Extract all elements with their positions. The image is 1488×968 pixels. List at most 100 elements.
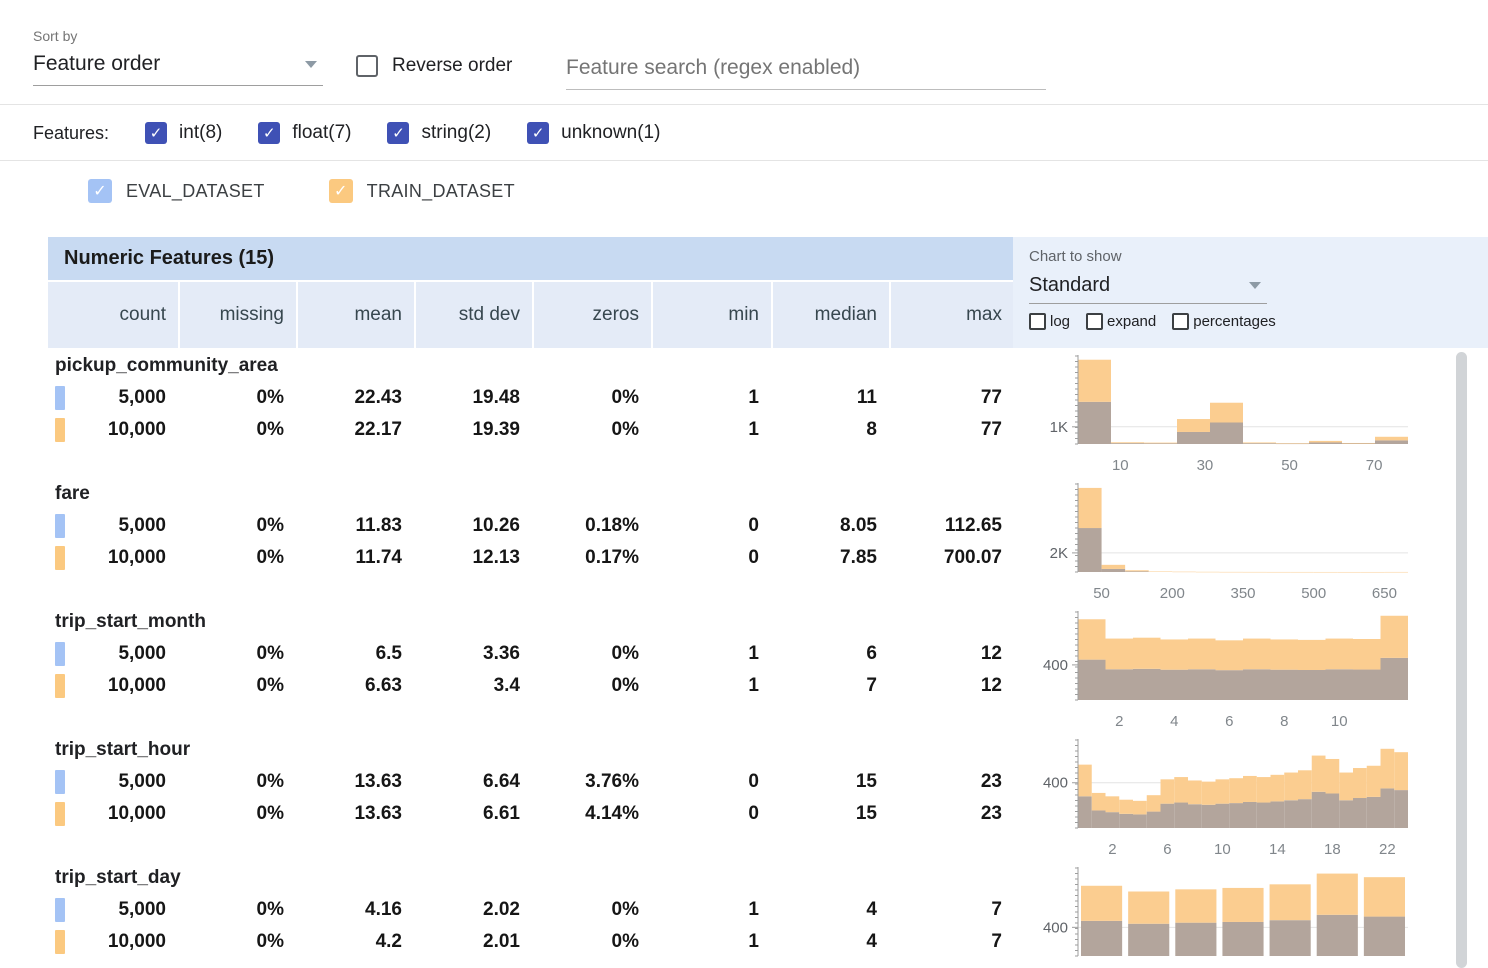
chart-type-dropdown[interactable]: Standard: [1029, 268, 1267, 304]
checkbox-checked-icon[interactable]: ✓: [88, 179, 112, 203]
svg-text:650: 650: [1372, 585, 1397, 602]
svg-text:6: 6: [1225, 713, 1233, 730]
feature-search-group: [566, 52, 1046, 90]
feature-block-trip_start_day: trip_start_day5,0000%4.162.020%14710,000…: [48, 864, 1013, 968]
stat-value: 7: [771, 675, 889, 697]
svg-text:70: 70: [1366, 457, 1383, 474]
column-header-min: min: [651, 282, 771, 348]
checkbox-unchecked-icon[interactable]: [1086, 313, 1103, 330]
charts-column: 1K103050702K5020035050065040024681040026…: [1030, 352, 1450, 968]
stat-value: 0.17%: [532, 547, 651, 569]
dataset-legend-bar: ✓EVAL_DATASET✓TRAIN_DATASET: [88, 161, 515, 221]
svg-text:350: 350: [1230, 585, 1255, 602]
stat-value: 0%: [178, 931, 296, 953]
feature-filter-label: int(8): [179, 122, 222, 144]
checkbox-checked-icon[interactable]: ✓: [258, 122, 280, 144]
checkbox-checked-icon[interactable]: ✓: [527, 122, 549, 144]
stat-value: 5,000: [48, 387, 178, 409]
stat-value: 7: [889, 899, 1014, 921]
train-dataset-swatch: [55, 802, 65, 826]
stat-value: 11.83: [296, 515, 414, 537]
stat-value: 6.63: [296, 675, 414, 697]
train-stats-row: 10,0000%11.7412.130.17%07.85700.07: [48, 542, 1013, 574]
feature-search-input[interactable]: [566, 52, 1046, 89]
stat-value: 0%: [532, 387, 651, 409]
chart-to-show-panel: Chart to show Standard log expand percenta…: [1013, 237, 1488, 348]
stat-value: 3.36: [414, 643, 532, 665]
features-filter-label: Features:: [33, 123, 109, 144]
stat-value: 10,000: [48, 803, 178, 825]
chevron-down-icon: [1249, 282, 1261, 289]
svg-text:2K: 2K: [1050, 545, 1068, 562]
column-header-count: count: [48, 282, 178, 348]
sort-by-dropdown[interactable]: Feature order: [33, 48, 323, 86]
stat-value: 77: [889, 387, 1014, 409]
svg-text:400: 400: [1043, 775, 1068, 792]
eval-dataset-swatch: [55, 514, 65, 538]
stat-value: 0.18%: [532, 515, 651, 537]
dataset-toggle-train_dataset: ✓TRAIN_DATASET: [329, 179, 515, 203]
reverse-order-group: Reverse order: [356, 55, 512, 77]
vertical-scrollbar-thumb[interactable]: [1456, 352, 1467, 968]
column-header-mean: mean: [296, 282, 414, 348]
facets-overview-app: Sort by Feature order Reverse order Feat…: [0, 0, 1488, 968]
chart-option-percentages: percentages: [1172, 313, 1276, 330]
stat-value: 7.85: [771, 547, 889, 569]
svg-text:50: 50: [1093, 585, 1110, 602]
checkbox-unchecked-icon[interactable]: [1029, 313, 1046, 330]
chart-option-label: log: [1050, 313, 1070, 330]
stat-value: 5,000: [48, 515, 178, 537]
checkbox-checked-icon[interactable]: ✓: [329, 179, 353, 203]
stat-value: 4.14%: [532, 803, 651, 825]
checkbox-checked-icon[interactable]: ✓: [387, 122, 409, 144]
eval-stats-row: 5,0000%6.53.360%1612: [48, 638, 1013, 670]
histogram-fare: 2K50200350500650: [1030, 480, 1450, 608]
checkbox-unchecked-icon[interactable]: [1172, 313, 1189, 330]
feature-rows: pickup_community_area5,0000%22.4319.480%…: [48, 352, 1013, 968]
train-dataset-swatch: [55, 930, 65, 954]
stat-value: 0%: [532, 899, 651, 921]
stat-value: 4: [771, 931, 889, 953]
stat-value: 10,000: [48, 931, 178, 953]
feature-filter-unknown: ✓unknown(1): [527, 122, 660, 144]
reverse-order-checkbox[interactable]: [356, 55, 378, 77]
feature-block-trip_start_month: trip_start_month5,0000%6.53.360%161210,0…: [48, 608, 1013, 736]
svg-text:22: 22: [1379, 841, 1396, 858]
feature-name: fare: [48, 480, 1013, 510]
histogram-trip_start_day: 400: [1030, 864, 1450, 968]
chart-option-expand: expand: [1086, 313, 1156, 330]
stat-value: 112.65: [889, 515, 1014, 537]
stat-value: 6.64: [414, 771, 532, 793]
stat-value: 6.61: [414, 803, 532, 825]
column-headers: countmissingmeanstd devzerosminmedianmax: [48, 282, 1013, 348]
svg-text:30: 30: [1197, 457, 1214, 474]
stat-value: 0%: [532, 931, 651, 953]
train-stats-row: 10,0000%4.22.010%147: [48, 926, 1013, 958]
stat-value: 2.01: [414, 931, 532, 953]
svg-text:500: 500: [1301, 585, 1326, 602]
feature-filter-int: ✓ int(8): [145, 122, 222, 144]
svg-text:1K: 1K: [1050, 419, 1068, 436]
stat-value: 6.5: [296, 643, 414, 665]
feature-name: trip_start_month: [48, 608, 1013, 638]
stat-value: 1: [651, 931, 771, 953]
chart-to-show-label: Chart to show: [1029, 248, 1488, 265]
stat-value: 23: [889, 771, 1014, 793]
stat-value: 0%: [178, 803, 296, 825]
stat-value: 11.74: [296, 547, 414, 569]
svg-text:10: 10: [1331, 713, 1348, 730]
column-header-zeros: zeros: [532, 282, 651, 348]
checkbox-checked-icon[interactable]: ✓: [145, 122, 167, 144]
chart-option-label: percentages: [1193, 313, 1276, 330]
reverse-order-label: Reverse order: [392, 55, 512, 77]
stat-value: 0: [651, 803, 771, 825]
column-header-max: max: [889, 282, 1014, 348]
svg-text:4: 4: [1170, 713, 1178, 730]
stat-value: 1: [651, 387, 771, 409]
feature-block-trip_start_hour: trip_start_hour5,0000%13.636.643.76%0152…: [48, 736, 1013, 864]
stat-value: 0%: [178, 643, 296, 665]
column-header-missing: missing: [178, 282, 296, 348]
svg-text:6: 6: [1163, 841, 1171, 858]
histogram-pickup_community_area: 1K10305070: [1030, 352, 1450, 480]
svg-text:8: 8: [1280, 713, 1288, 730]
